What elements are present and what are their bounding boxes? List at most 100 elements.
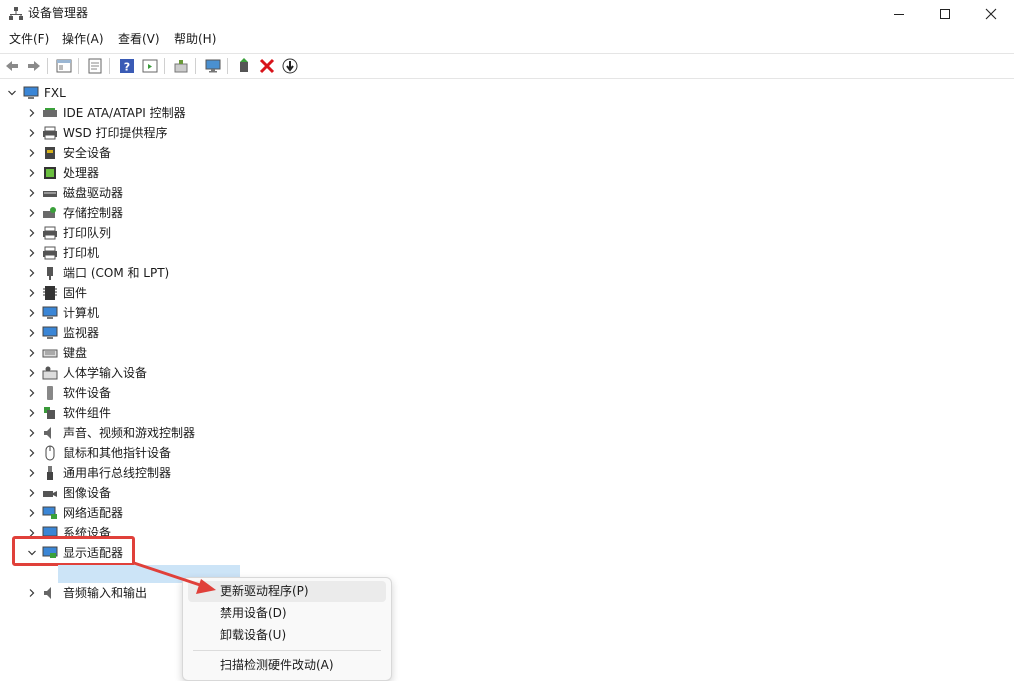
tree-item-port[interactable]: 端口 (COM 和 LPT)	[63, 265, 169, 281]
console-tree-icon	[56, 59, 72, 73]
back-arrow-icon	[6, 61, 18, 71]
toolbar: ?	[0, 53, 1014, 79]
tree-item-mouse[interactable]: 鼠标和其他指针设备	[63, 445, 171, 461]
menu-action[interactable]: 操作(A)	[62, 31, 104, 47]
properties-button[interactable]	[86, 57, 104, 75]
tree-item-camera[interactable]: 图像设备	[63, 485, 111, 501]
print-queue-chevron[interactable]	[26, 227, 38, 239]
tree-item-usb[interactable]: 通用串行总线控制器	[63, 465, 171, 481]
port-chevron[interactable]	[26, 267, 38, 279]
root-computer-label[interactable]: FXL	[44, 85, 66, 101]
chevron-right-icon	[29, 289, 35, 297]
network-adapter-chevron[interactable]	[26, 507, 38, 519]
tree-item-printer-provider[interactable]: WSD 打印提供程序	[63, 125, 168, 141]
display-adapter-highlight-box	[12, 536, 135, 566]
tree-item-network-adapter[interactable]: 网络适配器	[63, 505, 123, 521]
audio-io-chevron[interactable]	[26, 587, 38, 599]
chevron-right-icon	[29, 409, 35, 417]
close-button[interactable]	[968, 0, 1014, 28]
enable-device-toolbar-button[interactable]	[235, 57, 253, 75]
storage-controller-chevron[interactable]	[26, 207, 38, 219]
firmware-icon	[43, 286, 57, 300]
show-hide-console-tree-button[interactable]	[55, 57, 73, 75]
update-driver-toolbar-button[interactable]	[172, 57, 190, 75]
chevron-right-icon	[29, 209, 35, 217]
software-device-chevron[interactable]	[26, 387, 38, 399]
security-device-chevron[interactable]	[26, 147, 38, 159]
usb-icon	[47, 466, 53, 480]
tree-item-ide-controller[interactable]: IDE ATA/ATAPI 控制器	[63, 105, 186, 121]
root-collapse-chevron[interactable]	[6, 87, 18, 99]
software-component-chevron[interactable]	[26, 407, 38, 419]
disk-drive-chevron[interactable]	[26, 187, 38, 199]
scan-hardware-toolbar-button[interactable]	[204, 57, 222, 75]
hid-chevron[interactable]	[26, 367, 38, 379]
tree-item-audio-io[interactable]: 音频输入和输出	[63, 585, 147, 601]
chevron-right-icon	[29, 109, 35, 117]
device-manager-app-icon	[9, 7, 23, 20]
chevron-right-icon	[29, 489, 35, 497]
tree-item-monitor[interactable]: 监视器	[63, 325, 99, 341]
ide-controller-chevron[interactable]	[26, 107, 38, 119]
printer-provider-icon	[43, 126, 57, 140]
tree-item-firmware[interactable]: 固件	[63, 285, 87, 301]
tree-item-security-device[interactable]: 安全设备	[63, 145, 111, 161]
red-x-icon	[259, 58, 275, 74]
sound-icon	[44, 427, 51, 439]
keyboard-icon	[42, 349, 58, 358]
menu-view[interactable]: 查看(V)	[118, 31, 160, 47]
toolbar-separator	[164, 58, 165, 74]
menu-help[interactable]: 帮助(H)	[174, 31, 216, 47]
disable-device-toolbar-button[interactable]	[281, 57, 299, 75]
port-icon	[47, 267, 53, 280]
usb-chevron[interactable]	[26, 467, 38, 479]
tree-item-computer[interactable]: 计算机	[63, 305, 99, 321]
print-queue-icon	[43, 226, 57, 240]
title-bar: 设备管理器	[0, 0, 1014, 28]
tree-item-processor[interactable]: 处理器	[63, 165, 99, 181]
uninstall-device-menu-item[interactable]: 卸载设备(U)	[188, 625, 386, 646]
network-adapter-icon	[42, 506, 57, 519]
tree-item-print-queue[interactable]: 打印队列	[63, 225, 111, 241]
chevron-right-icon	[29, 369, 35, 377]
sound-chevron[interactable]	[26, 427, 38, 439]
processor-chevron[interactable]	[26, 167, 38, 179]
chevron-right-icon	[29, 429, 35, 437]
processor-icon	[44, 167, 56, 179]
tree-item-hid[interactable]: 人体学输入设备	[63, 365, 147, 381]
menu-file[interactable]: 文件(F)	[9, 31, 49, 47]
tree-item-software-component[interactable]: 软件组件	[63, 405, 111, 421]
keyboard-chevron[interactable]	[26, 347, 38, 359]
tree-item-printer[interactable]: 打印机	[63, 245, 99, 261]
help-button[interactable]: ?	[118, 57, 136, 75]
tree-item-storage-controller[interactable]: 存储控制器	[63, 205, 123, 221]
scan-hardware-menu-item[interactable]: 扫描检测硬件改动(A)	[188, 655, 386, 676]
chevron-right-icon	[29, 589, 35, 597]
back-button[interactable]	[3, 57, 21, 75]
maximize-button[interactable]	[922, 0, 968, 28]
tree-item-sound[interactable]: 声音、视频和游戏控制器	[63, 425, 195, 441]
tree-item-software-device[interactable]: 软件设备	[63, 385, 111, 401]
monitor-chevron[interactable]	[26, 327, 38, 339]
disable-device-menu-item[interactable]: 禁用设备(D)	[188, 603, 386, 624]
chevron-right-icon	[29, 449, 35, 457]
camera-icon	[43, 491, 57, 497]
forward-button[interactable]	[25, 57, 43, 75]
tree-item-disk-drive[interactable]: 磁盘驱动器	[63, 185, 123, 201]
printer-chevron[interactable]	[26, 247, 38, 259]
forward-arrow-icon	[28, 61, 40, 71]
uninstall-device-toolbar-button[interactable]	[258, 57, 276, 75]
camera-chevron[interactable]	[26, 487, 38, 499]
device-tree: FXL IDE ATA/ATAPI 控制器 WSD 打印提供程序 安全设备处理器磁盘…	[0, 80, 1014, 681]
update-driver-menu-item[interactable]: 更新驱动程序(P)	[188, 581, 386, 602]
view-action-button[interactable]	[141, 57, 159, 75]
printer-provider-chevron[interactable]	[26, 127, 38, 139]
minimize-icon	[894, 14, 904, 15]
computer-chevron[interactable]	[26, 307, 38, 319]
properties-icon	[88, 58, 102, 74]
minimize-button[interactable]	[876, 0, 922, 28]
close-icon	[985, 8, 997, 20]
tree-item-keyboard[interactable]: 键盘	[63, 345, 87, 361]
mouse-chevron[interactable]	[26, 447, 38, 459]
firmware-chevron[interactable]	[26, 287, 38, 299]
